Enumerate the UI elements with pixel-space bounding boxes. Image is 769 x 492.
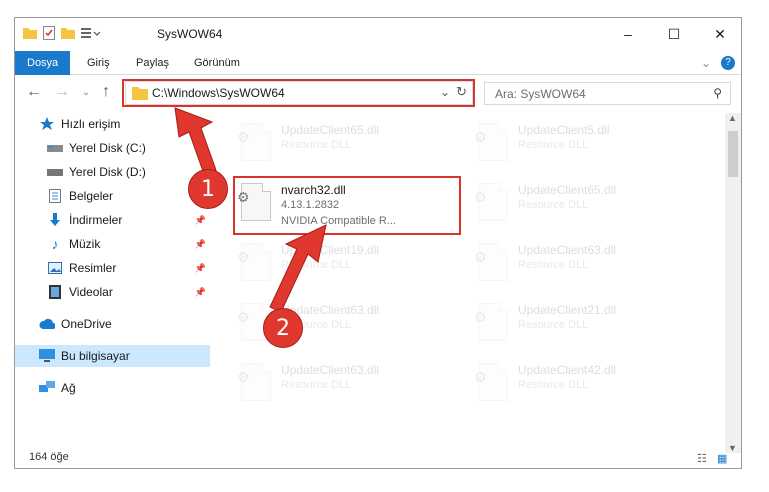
annotation-arrows xyxy=(174,107,327,313)
step-badge-1: 1 xyxy=(188,169,228,209)
step-badge-2: 2 xyxy=(263,308,303,348)
